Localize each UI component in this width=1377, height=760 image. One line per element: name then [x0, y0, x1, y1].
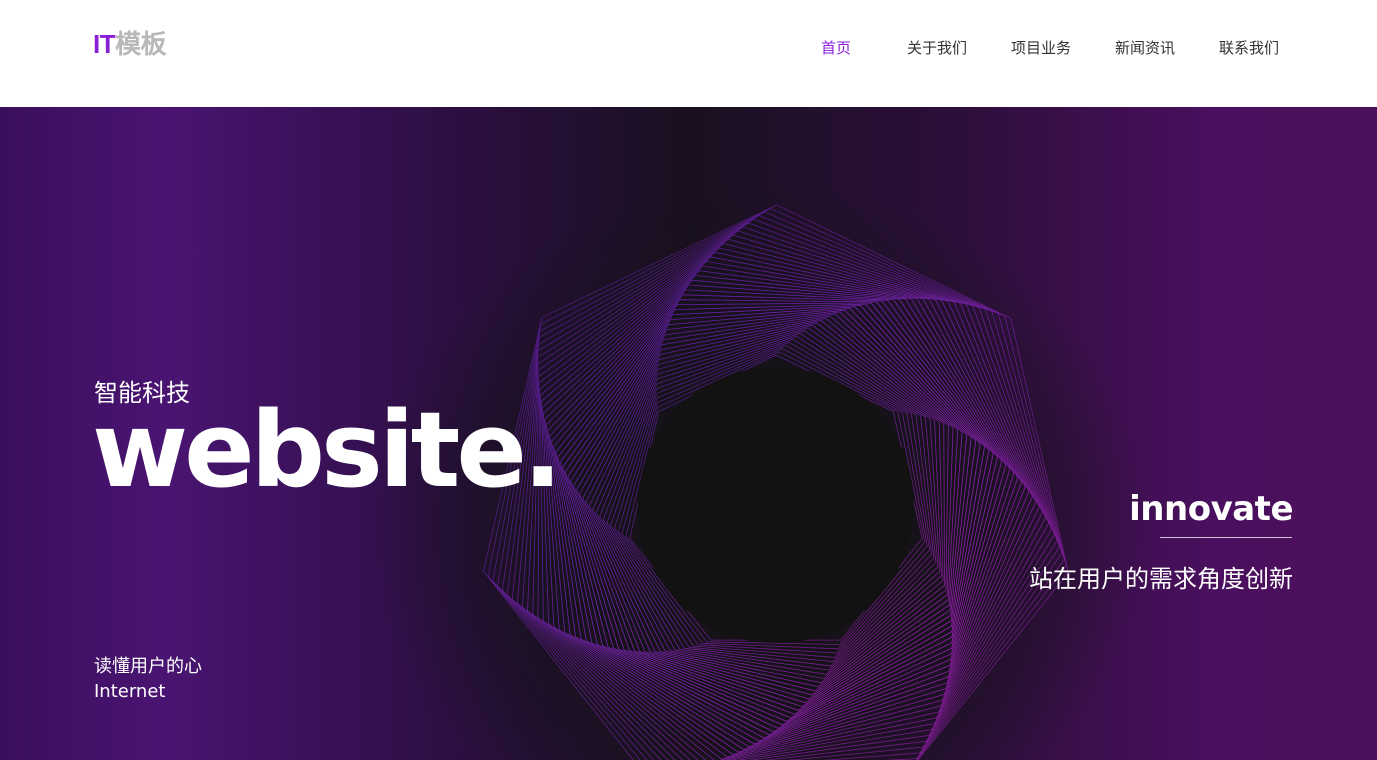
nav-item-about[interactable]: 关于我们 — [907, 37, 967, 58]
nav-item-contact[interactable]: 联系我们 — [1219, 37, 1279, 58]
hero-slogan: 站在用户的需求角度创新 — [1029, 565, 1293, 593]
hero-title: website. — [92, 389, 562, 511]
site-header: IT模板 首页 关于我们 项目业务 新闻资讯 联系我们 — [0, 0, 1377, 107]
main-nav: 首页 关于我们 项目业务 新闻资讯 联系我们 — [0, 37, 1377, 61]
hero-banner: 智能科技 website. innovate 站在用户的需求角度创新 读懂用户的… — [0, 107, 1377, 760]
hero-bottom-en: Internet — [94, 681, 166, 702]
hero-bottom-cn: 读懂用户的心 — [94, 656, 202, 677]
hero-tag: innovate — [1129, 489, 1293, 529]
hero-tag-underline — [1160, 537, 1292, 538]
nav-item-projects[interactable]: 项目业务 — [1011, 37, 1071, 58]
nav-item-home[interactable]: 首页 — [821, 37, 851, 58]
nav-item-news[interactable]: 新闻资讯 — [1115, 37, 1175, 58]
